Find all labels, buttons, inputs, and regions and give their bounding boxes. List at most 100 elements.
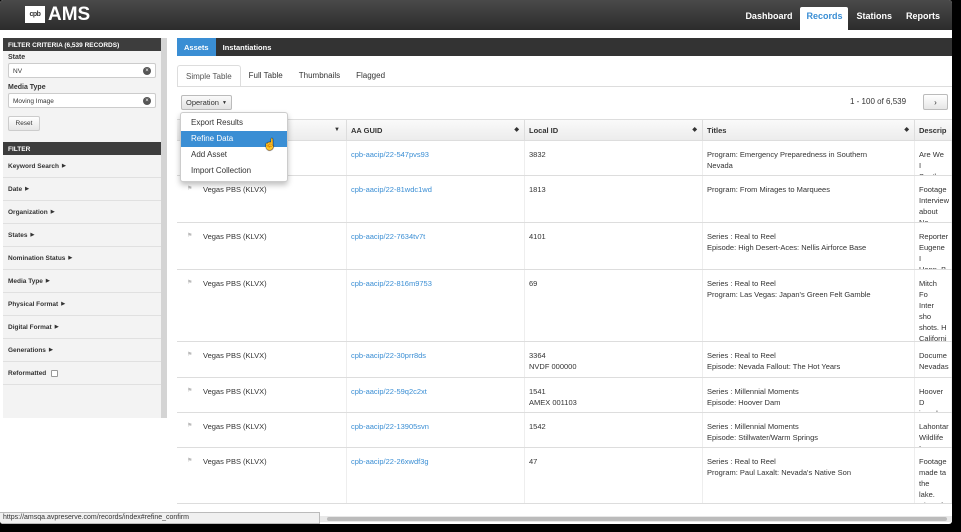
cell-line: Episode: High Desert-Aces: Nellis Airfor… bbox=[707, 243, 867, 252]
cell-line: Program: Emergency Preparedness in South… bbox=[707, 150, 868, 159]
flag-icon[interactable]: ⚑ bbox=[187, 457, 193, 464]
media-type-filter-field[interactable]: Moving Image × bbox=[8, 93, 156, 108]
cell-organization: Vegas PBS (KLVX) bbox=[199, 223, 347, 269]
scrollbar-thumb[interactable] bbox=[327, 517, 947, 521]
table-row[interactable]: ⚑ Vegas PBS (KLVX) cpb-aacip/22-26xwdf3g 47… bbox=[177, 448, 952, 504]
flag-icon[interactable]: ⚑ bbox=[187, 185, 193, 192]
cell-organization: Vegas PBS (KLVX) bbox=[199, 413, 347, 447]
flag-icon[interactable]: ⚑ bbox=[187, 279, 193, 286]
tab-full-table[interactable]: Full Table bbox=[241, 65, 291, 87]
column-aa-guid-label: AA GUID bbox=[351, 126, 383, 135]
cell-description: Hoover Din order bbox=[915, 378, 952, 412]
filter-organization[interactable]: Organization ▶ bbox=[3, 201, 161, 224]
filter-physical-format[interactable]: Physical Format ▶ bbox=[3, 293, 161, 316]
flag-icon[interactable]: ⚑ bbox=[187, 422, 193, 429]
tab-instantiations[interactable]: Instantiations bbox=[216, 38, 279, 56]
filter-header: FILTER bbox=[3, 142, 161, 155]
table-row[interactable]: ⚑ Vegas PBS (KLVX) cpb-aacip/22-816m9753 69… bbox=[177, 270, 952, 342]
column-titles[interactable]: Titles ◆ bbox=[703, 120, 915, 141]
tab-thumbnails[interactable]: Thumbnails bbox=[291, 65, 348, 87]
nav-records[interactable]: Records bbox=[800, 7, 849, 30]
cell-line: 47 bbox=[529, 457, 538, 466]
nav-reports[interactable]: Reports bbox=[900, 7, 946, 30]
operation-button[interactable]: Operation ▼ bbox=[181, 95, 232, 110]
table-row[interactable]: ⚑cpb-aacip/22-547pvs933832Program: Emerg… bbox=[177, 141, 952, 176]
filter-reformatted[interactable]: Reformatted bbox=[3, 362, 161, 385]
main-content: Assets Instantiations Simple Table Full … bbox=[177, 38, 952, 524]
column-aa-guid[interactable]: AA GUID ◆ bbox=[347, 120, 525, 141]
cell-description: Footagemade tathe lake.Shot of tAerial..… bbox=[915, 448, 952, 503]
flag-icon[interactable]: ⚑ bbox=[187, 351, 193, 358]
cell-line: Californi bbox=[919, 334, 947, 341]
table-row[interactable]: ⚑ Vegas PBS (KLVX) cpb-aacip/22-7634tv7t 41… bbox=[177, 223, 952, 270]
filter-label: Keyword Search bbox=[8, 162, 59, 170]
caret-right-icon: ▶ bbox=[61, 162, 66, 169]
cell-titles: Series : Real to Reel Episode: High Deser… bbox=[703, 223, 915, 269]
reset-button[interactable]: Reset bbox=[8, 116, 40, 131]
cell-aa-guid[interactable]: cpb-aacip/22-26xwdf3g bbox=[347, 448, 525, 503]
cell-line: Southern bbox=[919, 171, 949, 175]
filter-label: Organization bbox=[8, 208, 48, 216]
cell-line: Series : Real to Reel bbox=[707, 351, 776, 360]
next-page-button[interactable]: › bbox=[923, 94, 948, 110]
filter-generations[interactable]: Generations ▶ bbox=[3, 339, 161, 362]
asset-tabs: Assets Instantiations bbox=[177, 38, 952, 56]
filter-media-type[interactable]: Media Type ▶ bbox=[3, 270, 161, 293]
nav-menu: Dashboard Records Stations Reports bbox=[737, 7, 946, 30]
cell-description: Are We ISouthern bbox=[915, 141, 952, 175]
cell-aa-guid[interactable]: cpb-aacip/22-547pvs93 bbox=[347, 141, 525, 175]
cell-line: Wildlife I bbox=[919, 433, 944, 447]
menu-import-collection[interactable]: Import Collection bbox=[181, 163, 287, 179]
cell-line: 1541 bbox=[529, 387, 546, 396]
cell-organization: Vegas PBS (KLVX) bbox=[199, 378, 347, 412]
tab-assets[interactable]: Assets bbox=[177, 38, 216, 56]
state-filter-field[interactable]: NV × bbox=[8, 63, 156, 78]
reformatted-checkbox[interactable] bbox=[51, 369, 59, 377]
cell-line: Are We I bbox=[919, 150, 944, 170]
cell-line: 1542 bbox=[529, 422, 546, 431]
filter-states[interactable]: States ▶ bbox=[3, 224, 161, 247]
caret-right-icon: ▶ bbox=[45, 277, 50, 284]
caret-right-icon: ▶ bbox=[61, 300, 66, 307]
sidebar: FILTER CRITERIA (6,539 RECORDS) State NV… bbox=[3, 38, 167, 418]
caret-right-icon: ▶ bbox=[30, 231, 35, 238]
tab-flagged[interactable]: Flagged bbox=[348, 65, 393, 87]
column-local-id[interactable]: Local ID ◆ bbox=[525, 120, 703, 141]
cell-description: Docume Nevadas bbox=[915, 342, 952, 377]
cell-titles: Series : Millennial Moments Episode: Stil… bbox=[703, 413, 915, 447]
tab-simple-table[interactable]: Simple Table bbox=[177, 65, 241, 87]
cell-line: Mitch Fo bbox=[919, 279, 937, 299]
filter-date[interactable]: Date ▶ bbox=[3, 178, 161, 201]
filter-digital-format[interactable]: Digital Format ▶ bbox=[3, 316, 161, 339]
cell-aa-guid[interactable]: cpb-aacip/22-81wdc1wd bbox=[347, 176, 525, 222]
cell-line: Series : Millennial Moments bbox=[707, 422, 799, 431]
app-logo[interactable]: cpb AMS bbox=[25, 4, 91, 25]
cell-line: 3832 bbox=[529, 150, 546, 159]
table-row[interactable]: ⚑ Vegas PBS (KLVX) cpb-aacip/22-13905svn 15… bbox=[177, 413, 952, 448]
table-row[interactable]: ⚑ Vegas PBS (KLVX) cpb-aacip/22-81wdc1wd 18… bbox=[177, 176, 952, 223]
menu-export-results[interactable]: Export Results bbox=[181, 115, 287, 131]
flag-icon[interactable]: ⚑ bbox=[187, 232, 193, 239]
filter-keyword-search[interactable]: Keyword Search ▶ bbox=[3, 155, 161, 178]
column-description[interactable]: Descrip bbox=[915, 120, 952, 141]
nav-stations[interactable]: Stations bbox=[850, 7, 898, 30]
table-row[interactable]: ⚑ Vegas PBS (KLVX) cpb-aacip/22-30prr8ds 33… bbox=[177, 342, 952, 378]
nav-dashboard[interactable]: Dashboard bbox=[739, 7, 798, 30]
cell-aa-guid[interactable]: cpb-aacip/22-30prr8ds bbox=[347, 342, 525, 377]
clear-state-icon[interactable]: × bbox=[143, 67, 151, 75]
column-local-id-label: Local ID bbox=[529, 126, 559, 135]
cell-aa-guid[interactable]: cpb-aacip/22-13905svn bbox=[347, 413, 525, 447]
table-row[interactable]: ⚑ Vegas PBS (KLVX) cpb-aacip/22-59q2c2xt 15… bbox=[177, 378, 952, 413]
cell-aa-guid[interactable]: cpb-aacip/22-59q2c2xt bbox=[347, 378, 525, 412]
cell-line: Series : Real to Reel bbox=[707, 232, 776, 241]
cell-line: Inter sho bbox=[919, 301, 935, 321]
clear-media-type-icon[interactable]: × bbox=[143, 97, 151, 105]
cell-aa-guid[interactable]: cpb-aacip/22-816m9753 bbox=[347, 270, 525, 341]
cell-aa-guid[interactable]: cpb-aacip/22-7634tv7t bbox=[347, 223, 525, 269]
cell-local-id: 47 bbox=[525, 448, 703, 503]
filter-label: Physical Format bbox=[8, 300, 59, 308]
filter-nomination-status[interactable]: Nomination Status ▶ bbox=[3, 247, 161, 270]
app-title: AMS bbox=[48, 4, 91, 25]
flag-icon[interactable]: ⚑ bbox=[187, 387, 193, 394]
cell-line: Reporter bbox=[919, 232, 949, 241]
